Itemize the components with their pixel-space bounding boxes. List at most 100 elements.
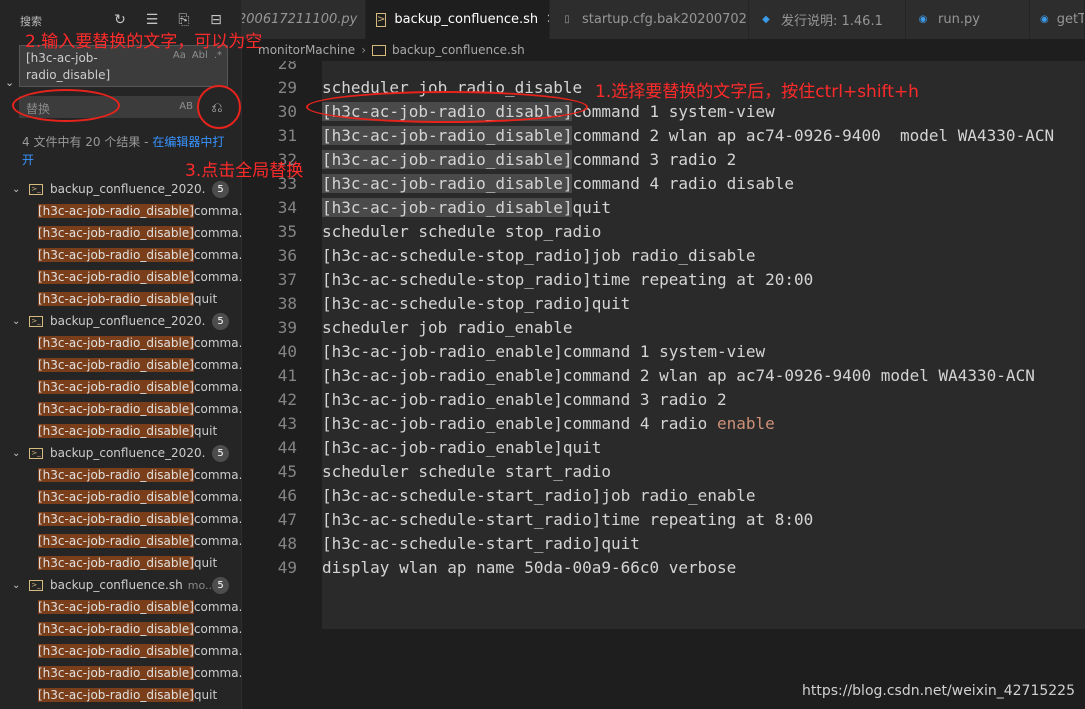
result-match-row[interactable]: [h3c-ac-job-radio_disable] quit	[0, 552, 241, 574]
match-rest: comma...	[193, 490, 241, 504]
code-text: [h3c-ac-schedule-start_radio]quit	[322, 534, 640, 553]
match-rest: comma...	[193, 622, 241, 636]
match-highlight: [h3c-ac-job-radio_disable]	[38, 292, 194, 306]
match-rest: quit	[193, 292, 218, 306]
chevron-down-icon[interactable]: ⌄	[12, 580, 24, 591]
code-text: [h3c-ac-job-radio_disable]command 3 radi…	[322, 148, 736, 172]
breadcrumb: monitorMachine › backup_confluence.sh	[242, 39, 1085, 61]
match-highlight: [h3c-ac-job-radio_disable]	[38, 534, 194, 548]
selection-match: [h3c-ac-job-radio_disable]	[322, 198, 573, 217]
code-text: [h3c-ac-job-radio_disable]command 2 wlan…	[322, 124, 1054, 148]
match-highlight: [h3c-ac-job-radio_disable]	[38, 204, 194, 218]
match-rest: comma...	[193, 248, 241, 262]
tab-release-notes[interactable]: ◆ 发行说明: 1.46.1	[749, 0, 906, 39]
tab-label: backup_confluence.sh	[394, 12, 539, 27]
annotation-step2: 2.输入要替换的文字，可以为空	[25, 32, 263, 52]
match-highlight: [h3c-ac-job-radio_disable]	[38, 336, 194, 350]
match-highlight: [h3c-ac-job-radio_disable]	[38, 380, 194, 394]
result-match-row[interactable]: [h3c-ac-job-radio_disable]comma...	[0, 332, 241, 354]
shell-file-icon: >	[376, 12, 387, 27]
result-match-row[interactable]: [h3c-ac-job-radio_disable]comma...	[0, 222, 241, 244]
result-match-row[interactable]: [h3c-ac-job-radio_disable]comma...	[0, 662, 241, 684]
breadcrumb-folder[interactable]: monitorMachine	[258, 43, 355, 57]
preserve-case-icon[interactable]: AB	[179, 101, 193, 112]
match-rest: comma...	[193, 336, 241, 350]
match-rest: comma...	[193, 468, 241, 482]
code-text: [h3c-ac-job-radio_enable]command 4 radio…	[322, 412, 775, 436]
match-rest: comma...	[193, 512, 241, 526]
code-text: [h3c-ac-job-radio_enable]command 2 wlan …	[322, 366, 1035, 385]
result-match-row[interactable]: [h3c-ac-job-radio_disable]comma...	[0, 596, 241, 618]
result-match-row[interactable]: [h3c-ac-job-radio_disable]comma...	[0, 464, 241, 486]
match-highlight: [h3c-ac-job-radio_disable]	[38, 358, 194, 372]
code-rest: command 4 radio disable	[572, 174, 795, 193]
shell-file-icon	[372, 44, 386, 56]
result-count-badge: 5	[212, 577, 229, 594]
result-match-row[interactable]: [h3c-ac-job-radio_disable] quit	[0, 288, 241, 310]
line-number: 35	[277, 222, 297, 241]
result-match-row[interactable]: [h3c-ac-job-radio_disable]comma...	[0, 376, 241, 398]
code-text: [h3c-ac-schedule-stop_radio]quit	[322, 294, 631, 313]
toggle-replace-chevron-icon[interactable]: ⌄	[5, 76, 14, 89]
python-icon: ◉	[918, 13, 928, 25]
result-match-row[interactable]: [h3c-ac-job-radio_disable] quit	[0, 420, 241, 442]
result-count-badge: 5	[212, 181, 229, 198]
line-number: 42	[277, 390, 297, 409]
annotation-ellipse-replace	[12, 89, 120, 122]
match-rest: comma...	[193, 380, 241, 394]
line-number: 40	[277, 342, 297, 361]
result-match-row[interactable]: [h3c-ac-job-radio_disable] quit	[0, 684, 241, 706]
result-file-row[interactable]: ⌄ >_ backup_confluence_2020... 5	[0, 310, 241, 332]
result-file-row[interactable]: ⌄ >_ backup_confluence_2020... 5	[0, 178, 241, 200]
breadcrumb-separator: ›	[361, 43, 366, 57]
tab-run-py[interactable]: ◉ run.py	[906, 0, 1030, 39]
result-match-row[interactable]: [h3c-ac-job-radio_disable]comma...	[0, 354, 241, 376]
keyword: enable	[716, 414, 775, 433]
result-file-row[interactable]: ⌄ >_ backup_confluence.sh mo... 5	[0, 574, 241, 596]
code-rest: [h3c-ac-job-radio_enable]command 4 radio	[322, 414, 717, 433]
line-number: 37	[277, 270, 297, 289]
shell-file-icon: >_	[29, 315, 43, 327]
code-text: display wlan ap name 50da-00a9-66c0 verb…	[322, 558, 737, 577]
breadcrumb-file[interactable]: backup_confluence.sh	[392, 43, 525, 57]
tab-backup-confluence[interactable]: > backup_confluence.sh ✕	[366, 0, 550, 39]
tab-label: getT	[1056, 12, 1085, 27]
result-file-row[interactable]: ⌄ >_ backup_confluence_2020... 5	[0, 442, 241, 464]
match-rest: comma...	[193, 226, 241, 240]
match-highlight: [h3c-ac-job-radio_disable]	[38, 226, 194, 240]
result-match-row[interactable]: [h3c-ac-job-radio_disable]comma...	[0, 266, 241, 288]
match-rest: comma...	[193, 600, 241, 614]
code-editor[interactable]: 28 29 scheduler job radio_disable 30 [h3c-ac…	[242, 61, 1085, 709]
tab-get[interactable]: ◉ getT	[1030, 0, 1085, 39]
results-summary-text: 4 文件中有 20 个结果 -	[22, 135, 153, 149]
code-text: [h3c-ac-job-radio_enable]command 1 syste…	[322, 342, 766, 361]
annotation-ellipse-selection	[306, 91, 588, 123]
match-rest: quit	[193, 424, 218, 438]
chevron-down-icon[interactable]: ⌄	[12, 184, 24, 195]
result-match-row[interactable]: [h3c-ac-job-radio_disable]comma...	[0, 200, 241, 222]
tab-startup-cfg[interactable]: ▯ startup.cfg.bak20200702	[550, 0, 749, 39]
chevron-down-icon[interactable]: ⌄	[12, 316, 24, 327]
match-highlight: [h3c-ac-job-radio_disable]	[38, 600, 194, 614]
match-rest: quit	[193, 688, 218, 702]
code-text: [h3c-ac-job-radio_enable]command 3 radio…	[322, 390, 727, 409]
result-match-row[interactable]: [h3c-ac-job-radio_disable]comma...	[0, 530, 241, 552]
shell-file-icon: >_	[29, 447, 43, 459]
result-file-name: backup_confluence_2020...	[50, 446, 205, 460]
match-rest: comma...	[193, 204, 241, 218]
result-match-row[interactable]: [h3c-ac-job-radio_disable]comma...	[0, 618, 241, 640]
code-text: [h3c-ac-schedule-start_radio]job radio_e…	[322, 486, 756, 505]
result-match-row[interactable]: [h3c-ac-job-radio_disable]comma...	[0, 486, 241, 508]
tab-label: startup.cfg.bak20200702	[582, 12, 747, 27]
line-number: 49	[277, 558, 297, 577]
python-icon: ◉	[1040, 13, 1049, 25]
line-number: 30	[277, 102, 297, 121]
result-match-row[interactable]: [h3c-ac-job-radio_disable]comma...	[0, 244, 241, 266]
result-match-row[interactable]: [h3c-ac-job-radio_disable]comma...	[0, 640, 241, 662]
code-text: [h3c-ac-schedule-stop_radio]job radio_di…	[322, 246, 756, 265]
result-match-row[interactable]: [h3c-ac-job-radio_disable]comma...	[0, 508, 241, 530]
shell-file-icon: >_	[29, 183, 43, 195]
chevron-down-icon[interactable]: ⌄	[12, 448, 24, 459]
line-number: 47	[277, 510, 297, 529]
result-match-row[interactable]: [h3c-ac-job-radio_disable]comma...	[0, 398, 241, 420]
